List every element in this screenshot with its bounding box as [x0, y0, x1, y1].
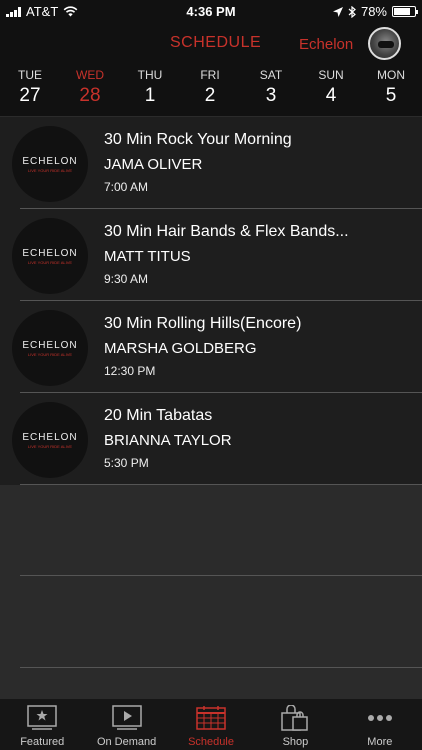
tab-label: Schedule [188, 736, 234, 748]
tab-label: More [367, 736, 393, 748]
day-sat[interactable]: SAT 3 [241, 68, 301, 107]
featured-icon [26, 705, 58, 731]
day-of-week: THU [137, 68, 163, 82]
class-instructor: MARSHA GOLDBERG [104, 340, 257, 357]
day-number: 3 [265, 85, 277, 106]
class-instructor: BRIANNA TAYLOR [104, 432, 232, 449]
class-title: 30 Min Rock Your Morning [104, 131, 292, 148]
bluetooth-icon [348, 5, 356, 18]
day-thu[interactable]: THU 1 [120, 68, 180, 107]
logo-word: ECHELON [22, 431, 78, 443]
class-row[interactable]: ECHELON LIVE YOUR RIDE ALIVE 30 Min Hair… [0, 209, 422, 301]
logo-word: ECHELON [22, 339, 78, 351]
status-bar: AT&T 4:36 PM 78% [0, 0, 422, 24]
day-of-week: SUN [318, 68, 344, 82]
day-of-week: WED [76, 68, 104, 82]
nav-bar: SCHEDULE Echelon [0, 24, 422, 64]
location-arrow-icon [332, 6, 343, 17]
class-title: 30 Min Rolling Hills(Encore) [104, 315, 302, 332]
status-right: 78% [332, 4, 418, 19]
row-divider [20, 667, 422, 668]
logo-tagline: LIVE YOUR RIDE ALIVE [27, 259, 73, 265]
tab-bar: Featured On Demand Schedule Shop More [0, 699, 422, 750]
day-number: 28 [79, 85, 101, 106]
calendar-icon [195, 705, 227, 731]
tab-label: On Demand [96, 736, 157, 748]
echelon-logo: ECHELON LIVE YOUR RIDE ALIVE [12, 126, 88, 202]
more-dots-icon [364, 705, 396, 731]
class-row[interactable]: ECHELON LIVE YOUR RIDE ALIVE 20 Min Taba… [0, 393, 422, 485]
logo-word: ECHELON [22, 155, 78, 167]
tab-featured[interactable]: Featured [0, 699, 84, 750]
brand-label[interactable]: Echelon [299, 36, 353, 53]
tab-on-demand[interactable]: On Demand [84, 699, 168, 750]
tab-label: Featured [20, 736, 65, 748]
class-time: 12:30 PM [104, 364, 156, 378]
class-title: 30 Min Hair Bands & Flex Bands... [104, 223, 349, 240]
class-time: 9:30 AM [104, 272, 149, 286]
tab-more[interactable]: More [338, 699, 422, 750]
day-sun[interactable]: SUN 4 [301, 68, 361, 107]
logo-tagline: LIVE YOUR RIDE ALIVE [27, 167, 73, 173]
day-number: 1 [144, 85, 156, 106]
echelon-logo: ECHELON LIVE YOUR RIDE ALIVE [12, 310, 88, 386]
day-number: 5 [385, 85, 397, 106]
day-of-week: SAT [259, 68, 283, 82]
page-title: SCHEDULE [170, 34, 262, 51]
echelon-logo: ECHELON LIVE YOUR RIDE ALIVE [12, 218, 88, 294]
logo-tagline: LIVE YOUR RIDE ALIVE [27, 443, 73, 449]
class-row[interactable]: ECHELON LIVE YOUR RIDE ALIVE 30 Min Roll… [0, 301, 422, 393]
class-title: 20 Min Tabatas [104, 407, 213, 424]
class-time: 5:30 PM [104, 456, 149, 470]
logo-tagline: LIVE YOUR RIDE ALIVE [27, 351, 73, 357]
tab-schedule[interactable]: Schedule [169, 699, 253, 750]
day-tue[interactable]: TUE 27 [0, 68, 60, 107]
day-of-week: FRI [200, 68, 220, 82]
day-of-week: TUE [18, 68, 42, 82]
class-instructor: MATT TITUS [104, 248, 191, 265]
class-row[interactable]: ECHELON LIVE YOUR RIDE ALIVE 30 Min Rock… [0, 117, 422, 209]
row-divider [20, 575, 422, 576]
day-mon[interactable]: MON 5 [361, 68, 421, 107]
battery-icon [392, 6, 418, 17]
day-of-week: MON [377, 68, 405, 82]
day-number: 4 [325, 85, 337, 106]
day-number: 27 [19, 85, 41, 106]
day-wed[interactable]: WED 28 [60, 68, 120, 107]
battery-fill [394, 8, 410, 15]
shopping-bag-icon [279, 705, 311, 731]
day-selector: TUE 27 WED 28 THU 1 FRI 2 SAT 3 SUN 4 MO… [0, 64, 422, 116]
on-demand-icon [111, 705, 143, 731]
logo-word: ECHELON [22, 247, 78, 259]
class-time: 7:00 AM [104, 180, 149, 194]
tab-shop[interactable]: Shop [253, 699, 337, 750]
echelon-logo: ECHELON LIVE YOUR RIDE ALIVE [12, 402, 88, 478]
class-instructor: JAMA OLIVER [104, 156, 203, 173]
empty-list-area [0, 485, 422, 699]
tab-label: Shop [282, 736, 309, 748]
battery-percent: 78% [360, 4, 387, 19]
day-fri[interactable]: FRI 2 [180, 68, 240, 107]
day-number: 2 [204, 85, 216, 106]
class-list: ECHELON LIVE YOUR RIDE ALIVE 30 Min Rock… [0, 117, 422, 485]
avatar[interactable] [368, 27, 401, 60]
